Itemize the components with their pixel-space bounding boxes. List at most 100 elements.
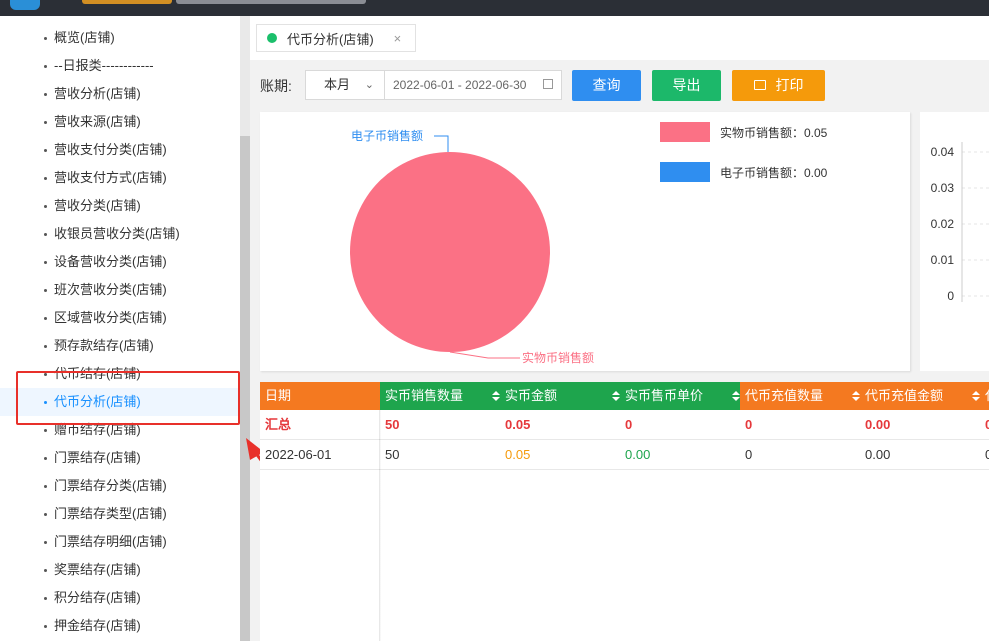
table-summary-row: 汇总 50 0.05 0 0 0.00 0 [260, 410, 989, 440]
pie-leader-line [434, 135, 449, 152]
column-header-label: 实币售币单价 [625, 388, 704, 403]
table-header: 日期 实币销售数量 实币金额 实币售币单价 代币充值数量 代币充值金额 代 [260, 382, 989, 410]
sidebar-item-label: 门票结存(店铺) [54, 450, 141, 465]
summary-cell: 50 [385, 417, 400, 432]
summary-cell: 汇总 [265, 417, 292, 432]
sidebar-item[interactable]: 营收支付分类(店铺) [0, 136, 240, 164]
column-header-label: 代币充值金额 [865, 388, 944, 403]
sidebar-item-label: 设备营收分类(店铺) [54, 254, 167, 269]
sidebar-item-label: --日报类------------ [54, 58, 154, 73]
sidebar-item[interactable]: 概览(店铺) [0, 24, 240, 52]
table-row[interactable]: 2022-06-01 50 0.05 0.00 0 0.00 0 [260, 440, 989, 470]
period-label: 账期: [260, 78, 292, 94]
pie-slice[interactable] [350, 152, 550, 352]
data-table: 日期 实币销售数量 实币金额 实币售币单价 代币充值数量 代币充值金额 代 汇总 50 0.05… [260, 382, 989, 641]
column-header[interactable]: 代币充值数量 [740, 382, 860, 410]
sidebar-item[interactable]: 押金结存(店铺) [0, 612, 240, 640]
print-button[interactable]: 打印 [732, 70, 825, 101]
app-logo [10, 0, 40, 10]
sidebar-item-label: 门票结存类型(店铺) [54, 506, 167, 521]
summary-cell: 0 [985, 417, 989, 432]
sidebar-item-label: 区域营收分类(店铺) [54, 310, 167, 325]
sidebar-item[interactable]: 积分结存(店铺) [0, 584, 240, 612]
summary-cell: 0 [745, 417, 753, 432]
sidebar-item-label: 概览(店铺) [54, 30, 115, 45]
sidebar-item-label: 收银员营收分类(店铺) [54, 226, 180, 241]
tab-label: 代币分析(店铺) [287, 31, 374, 47]
brand-logo-text [82, 0, 172, 4]
sidebar-item[interactable]: 班次营收分类(店铺) [0, 276, 240, 304]
sidebar-item-label: 营收来源(店铺) [54, 114, 141, 129]
sidebar-item[interactable]: 设备营收分类(店铺) [0, 248, 240, 276]
sidebar-item[interactable]: 区域营收分类(店铺) [0, 304, 240, 332]
sidebar-item[interactable]: 营收分类(店铺) [0, 192, 240, 220]
sidebar-menu: 概览(店铺) --日报类------------ 营收分析(店铺) 营收来源(店铺) 营… [0, 16, 240, 640]
sidebar-item-label: 赠币结存(店铺) [54, 422, 141, 437]
column-header[interactable]: 日期 [260, 382, 380, 410]
sidebar-item-label: 奖票结存(店铺) [54, 562, 141, 577]
legend-label-electronic: 电子币销售额：0.00 [720, 165, 828, 180]
brand-subtitle [176, 0, 366, 4]
export-button[interactable]: 导出 [652, 70, 721, 101]
table-cell: 0.05 [505, 447, 531, 462]
tab-token-analysis[interactable]: 代币分析(店铺) × [256, 24, 416, 52]
sidebar-item-label: 代币结存(店铺) [54, 366, 141, 381]
sidebar-item[interactable]: 赠币结存(店铺) [0, 416, 240, 444]
sidebar-item[interactable]: 营收来源(店铺) [0, 108, 240, 136]
pie-slice-label: 实物币销售额 [522, 350, 594, 365]
sidebar-item[interactable]: 门票结存类型(店铺) [0, 500, 240, 528]
calendar-icon [543, 79, 553, 89]
bar-chart-card: 0.04 0.03 0.02 0.01 0 [920, 112, 989, 371]
query-button[interactable]: 查询 [572, 70, 641, 101]
sidebar-item-label: 代币分析(店铺) [54, 394, 141, 409]
sidebar-item-label: 押金结存(店铺) [54, 618, 141, 633]
sidebar-item[interactable]: --日报类------------ [0, 52, 240, 80]
sidebar-item[interactable]: 门票结存明细(店铺) [0, 528, 240, 556]
sidebar-scrollbar-thumb[interactable] [240, 136, 250, 641]
y-tick-label: 0.03 [931, 181, 955, 195]
close-icon[interactable]: × [394, 31, 402, 46]
y-tick-label: 0 [947, 289, 954, 303]
table-cell: 0.00 [625, 447, 651, 462]
legend-item-electronic[interactable]: 电子币销售额：0.00 [660, 162, 827, 182]
sidebar-item[interactable]: 代币分析(店铺) [0, 388, 240, 416]
sidebar-item[interactable]: 奖票结存(店铺) [0, 556, 240, 584]
legend-item-physical[interactable]: 实物币销售额：0.05 [660, 122, 827, 142]
column-header[interactable]: 代 [980, 382, 989, 410]
column-header[interactable]: 实币销售数量 [380, 382, 500, 410]
sidebar-item[interactable]: 门票结存分类(店铺) [0, 472, 240, 500]
sidebar-item-label: 营收分类(店铺) [54, 198, 141, 213]
column-header[interactable]: 实币金额 [500, 382, 620, 410]
sidebar-item[interactable]: 门票结存(店铺) [0, 444, 240, 472]
pie-chart: 电子币销售额实物币销售额 [350, 128, 594, 365]
column-header[interactable]: 实币售币单价 [620, 382, 740, 410]
sidebar-item[interactable]: 代币结存(店铺) [0, 360, 240, 388]
legend-swatch-electronic [660, 162, 710, 182]
table-cell: 2022-06-01 [265, 447, 332, 462]
frozen-column-divider [379, 410, 381, 641]
sidebar-item-label: 预存款结存(店铺) [54, 338, 154, 353]
column-header[interactable]: 代币充值金额 [860, 382, 980, 410]
filter-bar: 账期: 本月 ⌄ 2022-06-01 - 2022-06-30 查询 导出 打… [250, 68, 989, 104]
column-header-label: 实币销售数量 [385, 388, 464, 403]
table-cell: 0.00 [865, 447, 891, 462]
column-header-label: 实币金额 [505, 388, 558, 403]
y-tick-label: 0.01 [931, 253, 955, 267]
sidebar-item[interactable]: 收银员营收分类(店铺) [0, 220, 240, 248]
tab-status-dot [267, 33, 277, 43]
pie-chart-card: 电子币销售额 实物币销售额 实物币销售额：0.05 电子币销售额：0.00 [260, 112, 910, 371]
sidebar-item-label: 门票结存明细(店铺) [54, 534, 167, 549]
date-range-input[interactable]: 2022-06-01 - 2022-06-30 [385, 70, 562, 100]
sidebar-item-label: 营收支付分类(店铺) [54, 142, 167, 157]
legend-label-physical: 实物币销售额：0.05 [720, 125, 828, 140]
print-button-label: 打印 [775, 77, 804, 93]
column-header-label: 代 [985, 388, 989, 403]
table-cell: 0 [745, 447, 753, 462]
sidebar-item[interactable]: 营收分析(店铺) [0, 80, 240, 108]
chevron-down-icon: ⌄ [364, 79, 374, 91]
sidebar-item-label: 积分结存(店铺) [54, 590, 141, 605]
sidebar-item[interactable]: 营收支付方式(店铺) [0, 164, 240, 192]
sidebar-item[interactable]: 预存款结存(店铺) [0, 332, 240, 360]
period-select[interactable]: 本月 ⌄ [305, 70, 385, 100]
summary-cell: 0.00 [865, 417, 891, 432]
